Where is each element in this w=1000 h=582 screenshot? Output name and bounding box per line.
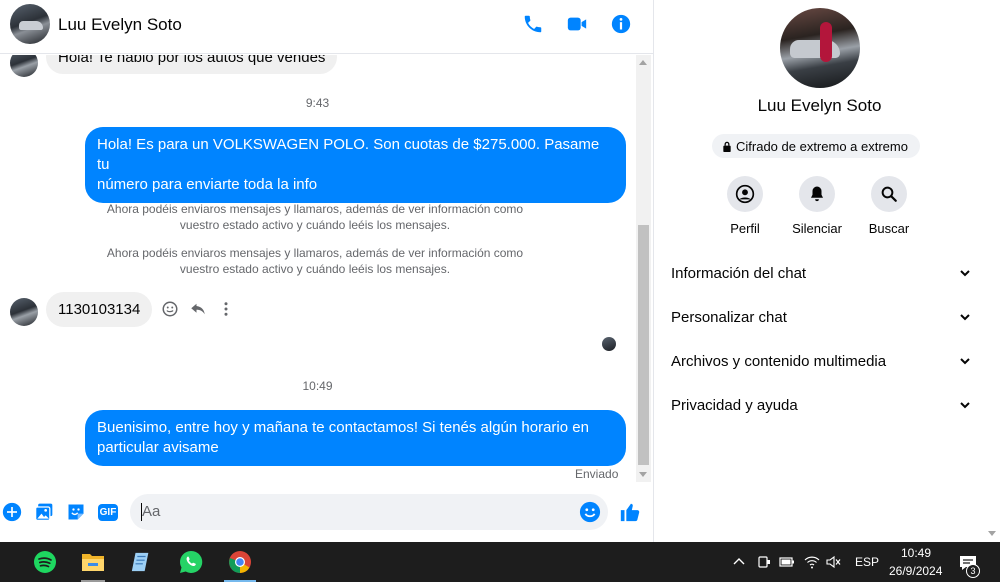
- message-input[interactable]: [142, 503, 562, 520]
- show-hidden-icons-chevron[interactable]: [731, 554, 747, 570]
- timestamp: 10:49: [302, 379, 333, 393]
- spotify-icon[interactable]: [23, 542, 67, 582]
- chevron-down-icon: [960, 270, 970, 277]
- notification-count-badge: 3: [966, 564, 980, 578]
- scrollbar-thumb[interactable]: [638, 225, 649, 465]
- scroll-down-arrow[interactable]: [639, 472, 647, 477]
- video-camera-icon[interactable]: [565, 12, 589, 36]
- section-customize-chat[interactable]: Personalizar chat: [671, 305, 971, 329]
- contact-avatar[interactable]: [10, 4, 50, 44]
- contact-avatar-small[interactable]: [10, 298, 38, 326]
- speaker-muted-icon[interactable]: [826, 554, 842, 570]
- bell-icon: [799, 176, 835, 212]
- incoming-message[interactable]: Hola! Te hablo por los autos que vendes: [46, 55, 338, 74]
- outgoing-message[interactable]: Buenisimo, entre hoy y mañana te contact…: [85, 410, 626, 466]
- contact-avatar-small[interactable]: [10, 55, 38, 77]
- lock-icon: [723, 141, 731, 152]
- messenger-window: Luu Evelyn Soto Hola! Te hablo por los a…: [0, 0, 1000, 542]
- scroll-up-arrow[interactable]: [639, 60, 647, 65]
- system-notice: Ahora podéis enviaros mensajes y llamaro…: [106, 246, 524, 276]
- search-icon: [871, 176, 907, 212]
- chat-scrollbar[interactable]: [636, 55, 651, 482]
- profile-icon: [727, 176, 763, 212]
- outgoing-message[interactable]: Hola! Es para un VOLKSWAGEN POLO. Son cu…: [85, 127, 626, 203]
- info-icon[interactable]: [609, 12, 633, 36]
- emoji-icon[interactable]: [579, 501, 601, 523]
- clock-time[interactable]: 10:49: [901, 546, 931, 560]
- thumbs-up-icon[interactable]: [619, 501, 641, 523]
- sticker-icon[interactable]: [65, 501, 87, 523]
- message-list[interactable]: Hola! Te hablo por los autos que vendes …: [0, 55, 635, 482]
- chat-header: Luu Evelyn Soto: [0, 0, 653, 54]
- profile-button[interactable]: Perfil: [715, 176, 775, 236]
- contact-name[interactable]: Luu Evelyn Soto: [58, 15, 182, 35]
- section-chat-info[interactable]: Información del chat: [671, 261, 971, 285]
- scroll-down-arrow[interactable]: [988, 531, 996, 536]
- chat-info-panel: Luu Evelyn Soto Cifrado de extremo a ext…: [653, 0, 984, 542]
- phone-icon[interactable]: [521, 12, 545, 36]
- section-media-files[interactable]: Archivos y contenido multimedia: [671, 349, 971, 373]
- plus-icon[interactable]: [1, 501, 23, 523]
- contact-profile-photo[interactable]: [780, 8, 860, 88]
- clock-date[interactable]: 26/9/2024: [889, 564, 942, 578]
- seen-indicator-avatar: [602, 337, 616, 351]
- input-language[interactable]: ESP: [855, 555, 879, 569]
- notes-icon[interactable]: [119, 542, 163, 582]
- windows-taskbar: ESP 10:49 26/9/2024 3: [0, 542, 1000, 582]
- timestamp: 9:43: [305, 96, 330, 110]
- message-status: Enviado: [575, 467, 619, 481]
- gif-icon[interactable]: GIF: [96, 501, 120, 523]
- mute-button[interactable]: Silenciar: [787, 176, 847, 236]
- more-options-icon[interactable]: [215, 298, 237, 320]
- search-button[interactable]: Buscar: [859, 176, 919, 236]
- chevron-down-icon: [960, 402, 970, 409]
- message-composer: GIF: [0, 492, 653, 534]
- incoming-message[interactable]: 1130103134: [46, 292, 153, 327]
- file-explorer-icon[interactable]: [71, 542, 115, 582]
- chrome-icon[interactable]: [218, 542, 262, 582]
- chevron-down-icon: [960, 358, 970, 365]
- panel-contact-name: Luu Evelyn Soto: [757, 96, 882, 115]
- system-notice: Ahora podéis enviaros mensajes y llamaro…: [106, 202, 524, 232]
- section-privacy-help[interactable]: Privacidad y ayuda: [671, 393, 971, 417]
- encryption-badge[interactable]: Cifrado de extremo a extremo: [712, 134, 920, 158]
- react-emoji-icon[interactable]: [159, 298, 181, 320]
- wifi-icon[interactable]: [804, 554, 820, 570]
- whatsapp-icon[interactable]: [169, 542, 213, 582]
- device-icon[interactable]: [756, 554, 772, 570]
- panel-scrollbar[interactable]: [984, 0, 1000, 542]
- battery-icon[interactable]: [779, 554, 795, 570]
- reply-icon[interactable]: [187, 298, 209, 320]
- image-icon[interactable]: [33, 501, 55, 523]
- chevron-down-icon: [960, 314, 970, 321]
- message-input-wrapper[interactable]: [130, 494, 608, 530]
